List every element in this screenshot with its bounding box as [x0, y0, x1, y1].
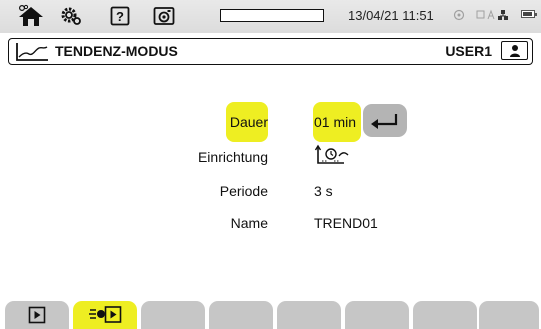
- tab-start[interactable]: [5, 301, 69, 329]
- connection-icons: [476, 6, 516, 24]
- tab-empty-6[interactable]: [345, 301, 409, 329]
- dauer-value[interactable]: 01 min: [314, 114, 356, 130]
- mode-header: TENDENZ-MODUS USER1: [8, 38, 533, 65]
- progress-bar: [220, 9, 324, 22]
- einrichtung-label: Einrichtung: [197, 149, 268, 165]
- camera-icon[interactable]: [151, 3, 177, 29]
- row-einrichtung: Einrichtung: [0, 144, 541, 170]
- tab-empty-5[interactable]: [277, 301, 341, 329]
- tab-empty-8[interactable]: [479, 301, 539, 329]
- page-title: TENDENZ-MODUS: [55, 43, 178, 59]
- help-icon[interactable]: ?: [108, 3, 132, 29]
- trend-setup-icon: [314, 144, 349, 164]
- periode-value[interactable]: 3 s: [314, 183, 333, 199]
- battery-icon: [521, 10, 537, 18]
- tab-empty-3[interactable]: [141, 301, 205, 329]
- trend-record-icon: [89, 306, 122, 323]
- row-periode: Periode 3 s: [0, 178, 541, 204]
- datetime: 13/04/21 11:51: [348, 8, 434, 23]
- periode-label: Periode: [219, 183, 268, 199]
- row-name: Name TREND01: [0, 210, 541, 236]
- dauer-label: Dauer: [229, 114, 268, 130]
- battery-level: [523, 12, 532, 16]
- tab-empty-7[interactable]: [413, 301, 477, 329]
- enter-button[interactable]: [363, 104, 407, 137]
- row-dauer: Dauer 01 min: [0, 109, 541, 135]
- trend-mode-icon: [15, 42, 49, 67]
- user-icon[interactable]: [501, 41, 528, 60]
- tab-empty-4[interactable]: [209, 301, 273, 329]
- name-value[interactable]: TREND01: [314, 215, 378, 231]
- play-icon: [28, 306, 46, 324]
- enter-icon: [371, 113, 398, 129]
- status-bar: ? 13/04/21 11:51: [0, 0, 541, 33]
- bottom-tab-bar: [0, 301, 541, 329]
- grayed-status-icon: [452, 6, 466, 24]
- einrichtung-value[interactable]: [314, 144, 358, 171]
- svg-text:?: ?: [116, 9, 124, 24]
- tab-trend-start[interactable]: [73, 301, 137, 329]
- user-label: USER1: [445, 43, 492, 59]
- name-label: Name: [230, 215, 268, 231]
- settings-icon[interactable]: [58, 3, 84, 29]
- home-icon[interactable]: [14, 3, 48, 29]
